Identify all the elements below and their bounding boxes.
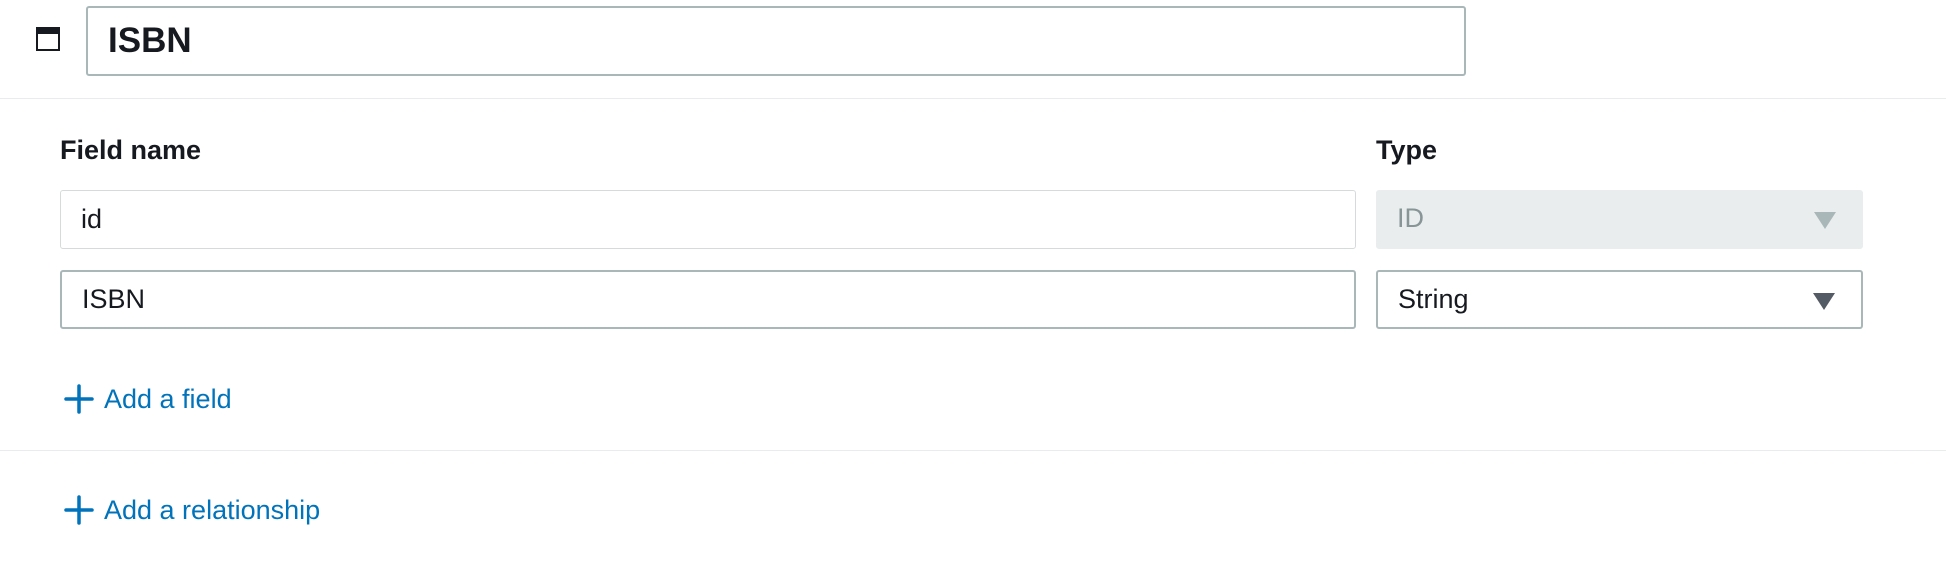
window-icon (36, 27, 60, 51)
model-header (0, 0, 1946, 99)
plus-icon (64, 495, 94, 525)
add-field-label: Add a field (104, 384, 232, 414)
add-relationship-label: Add a relationship (104, 495, 321, 525)
add-field-button[interactable]: Add a field (64, 383, 232, 415)
caret-down-icon (1813, 293, 1835, 310)
field-name-header: Field name (60, 135, 202, 165)
type-select-value: String (1398, 284, 1469, 314)
type-select-id: ID (1376, 190, 1863, 249)
plus-icon (64, 384, 94, 414)
model-name-input[interactable] (86, 6, 1466, 76)
field-name-input-id (60, 190, 1356, 249)
type-select-value: ID (1397, 203, 1424, 233)
add-relationship-button[interactable]: Add a relationship (64, 494, 320, 526)
type-header: Type (1376, 135, 1438, 165)
type-select-isbn[interactable]: String (1376, 270, 1863, 329)
caret-down-icon (1814, 212, 1836, 229)
fields-section: Field name Type ID String Add a field (0, 99, 1946, 451)
field-name-input-isbn[interactable] (60, 270, 1356, 329)
